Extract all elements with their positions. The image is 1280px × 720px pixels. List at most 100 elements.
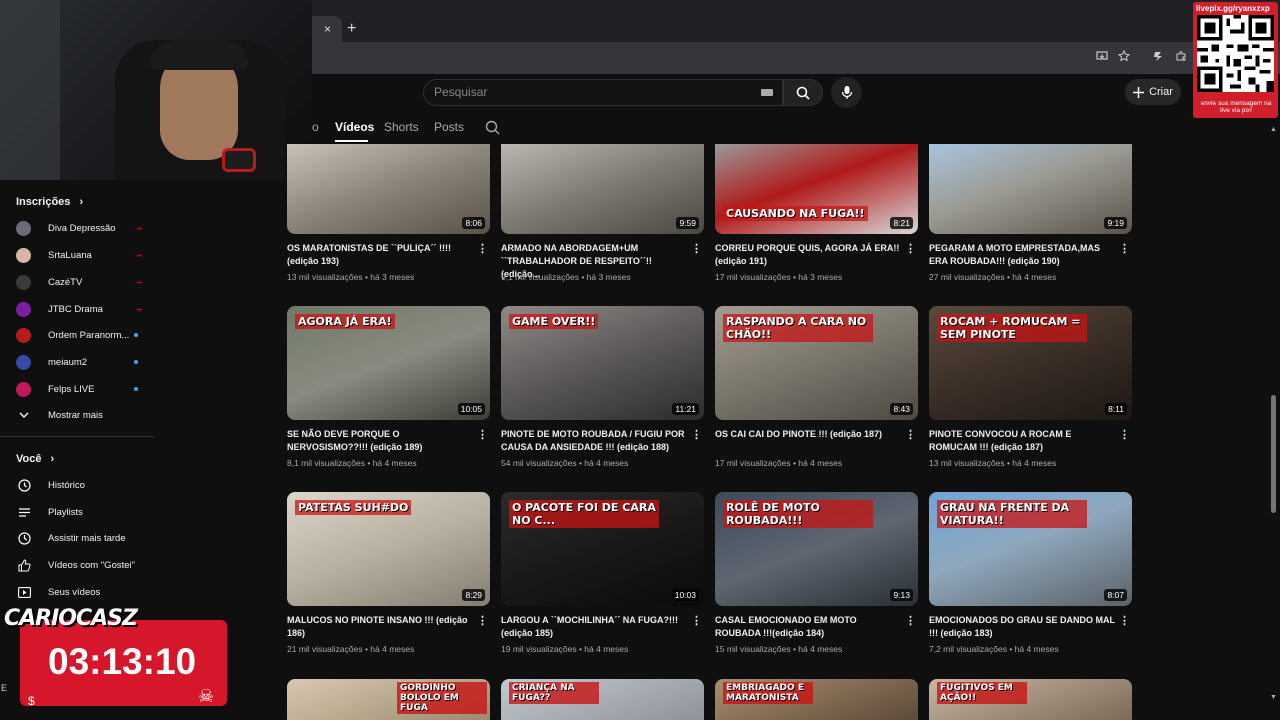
avatar bbox=[16, 327, 31, 343]
video-duration: 8:07 bbox=[1104, 589, 1127, 601]
video-card[interactable]: O PACOTE FOI DE CARA NO C... 10:03 LARGOU … bbox=[501, 492, 704, 654]
more-actions-icon[interactable]: ⋮ bbox=[477, 242, 488, 255]
sidebar-item-watch-later[interactable]: Assistir mais tarde bbox=[16, 530, 146, 546]
scroll-down-arrow-icon[interactable]: ▼ bbox=[1270, 694, 1277, 701]
sidebar-item-your-videos[interactable]: Seus vídeos bbox=[16, 584, 146, 600]
video-age: há 4 meses bbox=[372, 458, 417, 468]
video-title[interactable]: OS MARATONISTAS DE ``PULIÇA´´ !!!! (ediç… bbox=[287, 242, 475, 268]
video-title[interactable]: OS CAI CAI DO PINOTE !!! (edição 187) bbox=[715, 428, 903, 441]
video-title[interactable]: LARGOU A ``MOCHILINHA´´ NA FUGA?!!! (edi… bbox=[501, 614, 689, 640]
sidebar-item-label: Felps LIVE bbox=[48, 383, 95, 395]
video-title[interactable]: SE NÃO DEVE PORQUE O NERVOSISMO??!!! (ed… bbox=[287, 428, 475, 454]
address-bar[interactable] bbox=[312, 42, 1280, 74]
search-button[interactable] bbox=[783, 79, 823, 106]
video-thumbnail[interactable]: GAME OVER!! 11:21 bbox=[501, 306, 704, 420]
sidebar-item-playlists[interactable]: Playlists bbox=[16, 504, 146, 520]
meta-separator: • bbox=[1006, 644, 1015, 654]
sidebar-divider bbox=[0, 436, 155, 437]
sidebar-subscription-item[interactable]: SrtaLuana ▪▪ bbox=[16, 247, 146, 263]
new-tab-icon[interactable]: + bbox=[347, 20, 356, 38]
sidebar-subscription-item[interactable]: CazéTV ▪▪ bbox=[16, 274, 146, 290]
sidebar-subscription-item[interactable]: Felps LIVE bbox=[16, 381, 146, 397]
video-card[interactable]: 9:59 ARMADO NA ABORDAGEM+UM ``TRABALHADOR… bbox=[501, 120, 704, 282]
extension-icon[interactable] bbox=[1152, 50, 1164, 65]
video-title[interactable]: CORREU PORQUE QUIS, AGORA JÁ ERA!! (ediç… bbox=[715, 242, 903, 268]
voice-search-button[interactable] bbox=[831, 77, 862, 108]
video-card[interactable]: GAME OVER!! 11:21 PINOTE DE MOTO ROUBADA /… bbox=[501, 306, 704, 468]
sidebar-item-liked[interactable]: Vídeos com "Gostei" bbox=[16, 557, 146, 573]
video-metadata: 27 mil visualizações • há 4 meses bbox=[929, 272, 1056, 282]
scroll-up-arrow-icon[interactable]: ▲ bbox=[1270, 126, 1277, 133]
search-input[interactable]: Pesquisar bbox=[434, 85, 487, 99]
video-thumbnail[interactable]: AGORA JÁ ERA! 10:05 bbox=[287, 306, 490, 420]
subscriptions-heading[interactable]: Inscrições › bbox=[16, 196, 83, 208]
more-actions-icon[interactable]: ⋮ bbox=[1119, 242, 1130, 255]
video-thumbnail[interactable]: RASPANDO A CARA NO CHÃO!! 8:43 bbox=[715, 306, 918, 420]
video-card[interactable]: PATETAS SUH#DO 8:29 MALUCOS NO PINOTE INSA… bbox=[287, 492, 490, 654]
more-actions-icon[interactable]: ⋮ bbox=[691, 242, 702, 255]
video-thumbnail[interactable]: ROLÊ DE MOTO ROUBADA!!! 9:13 bbox=[715, 492, 918, 606]
create-button[interactable]: Criar bbox=[1125, 79, 1181, 105]
avatar bbox=[16, 247, 31, 263]
thumbnail-caption: CRIANÇA NA FUGA?? bbox=[509, 682, 599, 704]
more-actions-icon[interactable]: ⋮ bbox=[477, 428, 488, 441]
video-thumbnail[interactable]: 9:59 bbox=[501, 144, 704, 234]
video-thumbnail[interactable]: CAUSANDO NA FUGA!! 8:21 bbox=[715, 144, 918, 234]
video-title[interactable]: CASAL EMOCIONADO EM MOTO ROUBADA !!!(edi… bbox=[715, 614, 903, 640]
search-icon bbox=[796, 86, 810, 100]
tab-close-icon[interactable]: × bbox=[324, 22, 331, 36]
more-actions-icon[interactable]: ⋮ bbox=[905, 428, 916, 441]
more-actions-icon[interactable]: ⋮ bbox=[905, 242, 916, 255]
video-title[interactable]: PINOTE CONVOCOU A ROCAM E ROMUCAM !!! (e… bbox=[929, 428, 1117, 454]
video-title[interactable]: PEGARAM A MOTO EMPRESTADA,MAS ERA ROUBAD… bbox=[929, 242, 1117, 268]
video-thumbnail[interactable]: CRIANÇA NA FUGA?? bbox=[501, 679, 704, 720]
more-actions-icon[interactable]: ⋮ bbox=[477, 614, 488, 627]
video-title[interactable]: MALUCOS NO PINOTE INSANO !!! (edição 186… bbox=[287, 614, 475, 640]
more-actions-icon[interactable]: ⋮ bbox=[691, 614, 702, 627]
video-card[interactable]: ROLÊ DE MOTO ROUBADA!!! 9:13 CASAL EMOCION… bbox=[715, 492, 918, 654]
video-thumbnail[interactable]: GORDINHO BOLOLO EM FUGA bbox=[287, 679, 490, 720]
video-metadata: 17 mil visualizações • há 3 meses bbox=[715, 272, 842, 282]
video-thumbnail[interactable]: 9:19 bbox=[929, 144, 1132, 234]
sidebar-subscription-item[interactable]: meiaum2 bbox=[16, 354, 146, 370]
video-thumbnail[interactable]: EMBRIAGADO E MARATONISTA bbox=[715, 679, 918, 720]
sidebar-subscription-item[interactable]: Ordem Paranorm... bbox=[16, 327, 146, 343]
video-age: há 4 meses bbox=[584, 644, 629, 654]
video-card[interactable]: 9:19 PEGARAM A MOTO EMPRESTADA,MAS ERA RO… bbox=[929, 120, 1132, 282]
show-more-button[interactable]: Mostrar mais bbox=[16, 407, 146, 423]
video-card[interactable]: 8:06 OS MARATONISTAS DE ``PULIÇA´´ !!!! (… bbox=[287, 120, 490, 282]
video-thumbnail[interactable]: FUGITIVOS EM AÇÃO!! bbox=[929, 679, 1132, 720]
video-thumbnail[interactable]: ROCAM + ROMUCAM = SEM PINOTE 8:11 bbox=[929, 306, 1132, 420]
video-views: 13 mil visualizações bbox=[287, 272, 363, 282]
video-title[interactable]: EMOCIONADOS DO GRAU SE DANDO MAL !!! (ed… bbox=[929, 614, 1117, 640]
keyboard-icon[interactable] bbox=[761, 89, 773, 96]
you-heading[interactable]: Você › bbox=[16, 453, 54, 465]
video-card[interactable]: CAUSANDO NA FUGA!! 8:21 CORREU PORQUE QUIS… bbox=[715, 120, 918, 282]
video-thumbnail[interactable]: GRAU NA FRENTE DA VIATURA!! 8:07 bbox=[929, 492, 1132, 606]
more-actions-icon[interactable]: ⋮ bbox=[1119, 428, 1130, 441]
bookmark-star-icon[interactable] bbox=[1117, 49, 1131, 65]
video-thumbnail[interactable]: 8:06 bbox=[287, 144, 490, 234]
puzzle-extensions-icon[interactable] bbox=[1175, 50, 1187, 65]
sidebar-subscription-item[interactable]: JTBC Drama ▪▪ bbox=[16, 301, 146, 317]
thumbnail-caption: AGORA JÁ ERA! bbox=[295, 314, 395, 329]
video-card[interactable]: AGORA JÁ ERA! 10:05 SE NÃO DEVE PORQUE O N… bbox=[287, 306, 490, 468]
video-card[interactable]: RASPANDO A CARA NO CHÃO!! 8:43 OS CAI CAI … bbox=[715, 306, 918, 468]
more-actions-icon[interactable]: ⋮ bbox=[691, 428, 702, 441]
more-actions-icon[interactable]: ⋮ bbox=[905, 614, 916, 627]
video-views: 8,1 mil visualizações bbox=[287, 458, 365, 468]
sidebar-subscription-item[interactable]: Diva Depressão ▪▪ bbox=[16, 220, 146, 236]
avatar bbox=[16, 354, 31, 370]
page-scrollbar[interactable] bbox=[1271, 395, 1276, 513]
video-card[interactable]: ROCAM + ROMUCAM = SEM PINOTE 8:11 PINOTE C… bbox=[929, 306, 1132, 468]
more-actions-icon[interactable]: ⋮ bbox=[1119, 614, 1130, 627]
sidebar-item-label: Playlists bbox=[48, 506, 83, 518]
video-duration: 9:59 bbox=[676, 217, 699, 229]
video-title[interactable]: PINOTE DE MOTO ROUBADA / FUGIU POR CAUSA… bbox=[501, 428, 689, 454]
sidebar-item-history[interactable]: Histórico bbox=[16, 477, 146, 493]
video-views: 13 mil visualizações bbox=[929, 458, 1005, 468]
video-thumbnail[interactable]: PATETAS SUH#DO 8:29 bbox=[287, 492, 490, 606]
video-thumbnail[interactable]: O PACOTE FOI DE CARA NO C... 10:03 bbox=[501, 492, 704, 606]
video-card[interactable]: GRAU NA FRENTE DA VIATURA!! 8:07 EMOCIONAD… bbox=[929, 492, 1132, 654]
install-app-icon[interactable] bbox=[1096, 50, 1108, 65]
